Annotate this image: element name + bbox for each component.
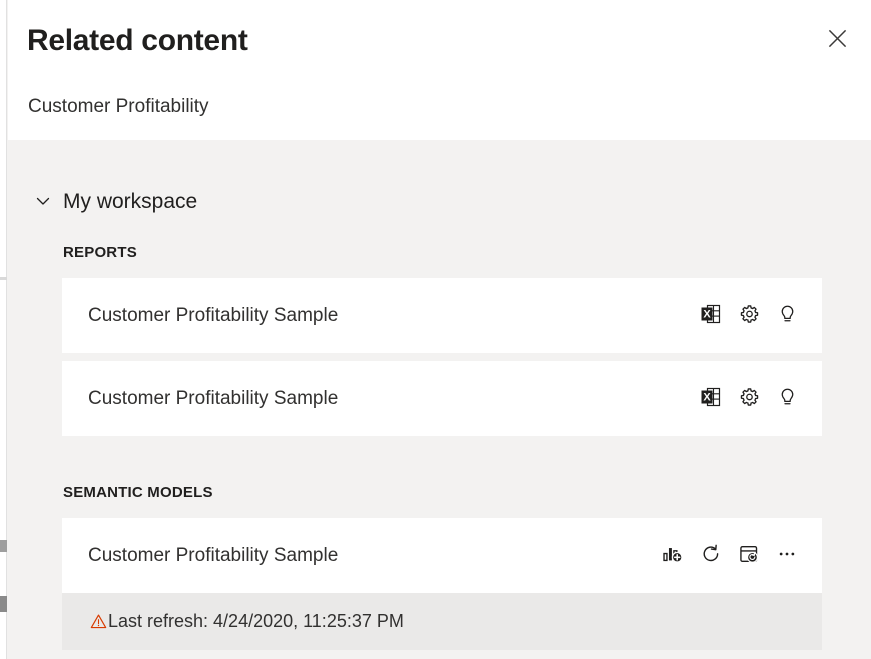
report-name: Customer Profitability Sample — [88, 388, 338, 410]
analyze-in-excel-button[interactable]: X — [692, 380, 730, 418]
semantic-model-name: Customer Profitability Sample — [88, 545, 338, 567]
page-title: Related content — [27, 23, 248, 59]
create-report-button[interactable] — [654, 537, 692, 575]
lightbulb-icon — [777, 387, 798, 411]
gear-icon — [739, 387, 760, 411]
report-list-item[interactable]: Customer Profitability Sample X — [62, 278, 822, 353]
schedule-refresh-icon — [738, 543, 760, 568]
last-refresh-text: Last refresh: 4/24/2020, 11:25:37 PM — [108, 611, 404, 632]
excel-icon: X — [700, 386, 722, 411]
analyze-in-excel-button[interactable]: X — [692, 297, 730, 335]
create-report-icon — [662, 543, 684, 568]
last-refresh-status-bar: Last refresh: 4/24/2020, 11:25:37 PM — [62, 593, 822, 650]
section-heading-semantic-models: SEMANTIC MODELS — [63, 484, 213, 501]
workspace-name: My workspace — [63, 191, 197, 212]
last-refresh-status-content: Last refresh: 4/24/2020, 11:25:37 PM — [90, 611, 404, 632]
report-actions: X — [692, 297, 806, 335]
ellipsis-icon — [776, 543, 798, 568]
chevron-down-icon — [32, 190, 54, 212]
underlying-page-artifact — [0, 540, 7, 552]
lightbulb-icon — [777, 304, 798, 328]
semantic-model-list-item[interactable]: Customer Profitability Sample — [62, 518, 822, 593]
refresh-icon — [700, 543, 722, 568]
underlying-page-edge — [0, 0, 7, 659]
section-heading-reports: REPORTS — [63, 244, 137, 261]
close-button[interactable] — [819, 22, 855, 58]
underlying-page-artifact — [0, 277, 7, 280]
settings-button[interactable] — [730, 297, 768, 335]
panel-body: My workspace REPORTS Customer Profitabil… — [8, 140, 871, 659]
semantic-model-actions — [654, 537, 806, 575]
svg-text:X: X — [703, 392, 711, 404]
excel-icon: X — [700, 303, 722, 328]
schedule-refresh-button[interactable] — [730, 537, 768, 575]
more-options-button[interactable] — [768, 537, 806, 575]
gear-icon — [739, 304, 760, 328]
settings-button[interactable] — [730, 380, 768, 418]
panel-header: Related content Customer Profitability — [8, 0, 871, 140]
insights-button[interactable] — [768, 380, 806, 418]
panel-subtitle: Customer Profitability — [28, 96, 209, 119]
refresh-now-button[interactable] — [692, 537, 730, 575]
workspace-group-header[interactable]: My workspace — [32, 190, 197, 212]
related-content-panel: Related content Customer Profitability — [8, 0, 871, 659]
report-name: Customer Profitability Sample — [88, 305, 338, 327]
report-list-item[interactable]: Customer Profitability Sample X — [62, 361, 822, 436]
warning-triangle-icon — [90, 613, 107, 630]
close-icon — [828, 29, 847, 51]
related-content-pane-root: Related content Customer Profitability — [0, 0, 871, 659]
report-actions: X — [692, 380, 806, 418]
svg-text:X: X — [703, 309, 711, 321]
insights-button[interactable] — [768, 297, 806, 335]
underlying-page-artifact — [0, 596, 7, 612]
